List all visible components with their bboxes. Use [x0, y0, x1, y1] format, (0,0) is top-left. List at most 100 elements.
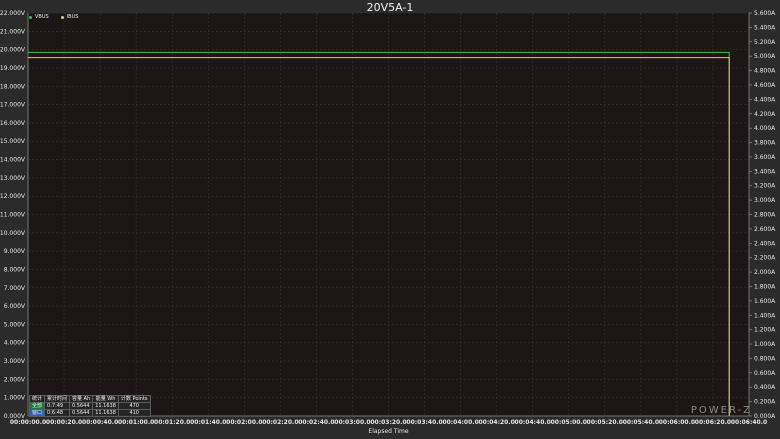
y-left-tick-label: 10.000V [0, 230, 26, 237]
y-left-tick-label: 3.000V [4, 358, 26, 365]
brand-logo: POWER-Z [690, 405, 752, 416]
x-tick-label: 00:03:00.0 [334, 419, 370, 426]
y-right-tick-label: 0.200A [754, 399, 776, 406]
y-left-tick-label: 5.000V [4, 321, 26, 328]
y-right-tick-label: 4.600A [754, 82, 776, 89]
legend-dot-icon [60, 15, 64, 19]
stats-cell-time: 0:6:48 [44, 409, 71, 417]
legend-item-ibus[interactable]: IBUS [60, 14, 79, 20]
y-left-tick-label: 18.000V [0, 83, 26, 90]
x-tick-label: 00:04:40.0 [515, 419, 551, 426]
y-left-tick-label: 19.000V [0, 65, 26, 72]
x-tick-label: 00:05:00.0 [551, 419, 587, 426]
x-tick-label: 00:04:00.0 [442, 419, 478, 426]
chart-legend: VBUS IBUS [29, 14, 78, 20]
y-right-tick-label: 0.600A [754, 370, 776, 377]
y-right-tick-label: 4.200A [754, 111, 776, 118]
legend-label: VBUS [35, 14, 49, 20]
x-tick-label: 00:06:20.0 [695, 419, 731, 426]
y-right-tick-label: 5.200A [754, 39, 776, 46]
y-right-tick-label: 0.800A [754, 355, 776, 362]
x-tick-label: 00:02:00.0 [226, 419, 262, 426]
stats-header: 计数 Points [117, 395, 151, 403]
y-left-tick-label: 6.000V [4, 303, 26, 310]
x-tick-label: 00:03:40.0 [406, 419, 442, 426]
stats-cell-ah: 0.5644 [69, 409, 94, 417]
x-tick-label: 00:02:40.0 [298, 419, 334, 426]
y-left-tick-label: 12.000V [0, 193, 26, 200]
stats-row-window: 窗口 0:6:48 0.5644 11.1638 410 [28, 409, 151, 417]
x-tick-label: 00:03:20.0 [370, 419, 406, 426]
y-right-tick-label: 5.000A [754, 53, 776, 60]
stats-header: 统计 [28, 395, 46, 403]
y-right-tick-label: 0.400A [754, 384, 776, 391]
x-tick-label: 00:00:40.0 [82, 419, 118, 426]
x-tick-label: 00:02:20.0 [262, 419, 298, 426]
y-left-tick-label: 8.000V [4, 266, 26, 273]
y-right-tick-label: 3.600A [754, 154, 776, 161]
legend-dot-icon [29, 15, 32, 19]
y-right-tick-label: 1.800A [754, 283, 776, 290]
y-right-tick-label: 4.000A [754, 125, 776, 132]
stats-cell-time: 0:7:49 [44, 402, 71, 410]
y-right-tick-label: 2.400A [754, 240, 776, 247]
y-left-tick-label: 15.000V [0, 138, 26, 145]
stats-row-all: 全部 0:7:49 0.5644 11.1638 470 [28, 402, 151, 410]
y-right-tick-label: 3.000A [754, 197, 776, 204]
y-left-tick-label: 20.000V [0, 47, 26, 54]
y-right-tick-label: 5.600A [754, 10, 776, 17]
y-left-tick-label: 7.000V [4, 285, 26, 292]
legend-label: IBUS [66, 14, 79, 20]
y-right-tick-label: 1.600A [754, 298, 776, 305]
x-tick-label: 00:04:20.0 [478, 419, 514, 426]
y-right-tick-label: 3.400A [754, 168, 776, 175]
stats-header: 能量 Wh [92, 395, 119, 403]
x-tick-label: 00:01:40.0 [190, 419, 226, 426]
stats-cell-points: 470 [117, 402, 151, 410]
y-left-tick-label: 1.000V [4, 395, 26, 402]
stats-cell-points: 410 [117, 409, 151, 417]
y-right-tick-label: 3.200A [754, 183, 776, 190]
x-tick-label: 00:00:00.0 [10, 419, 46, 426]
x-tick-label: 00:05:40.0 [623, 419, 659, 426]
stats-cell-ah: 0.5644 [69, 402, 94, 410]
x-tick-label: 00:06:00.0 [659, 419, 695, 426]
stats-table: 统计 累计时间 容量 Ah 能量 Wh 计数 Points 全部 0:7:49 … [28, 395, 151, 417]
stats-row-label: 窗口 [28, 409, 46, 417]
stats-header: 累计时间 [44, 395, 71, 403]
y-right-tick-label: 1.400A [754, 312, 776, 319]
y-right-tick-label: 2.000A [754, 269, 776, 276]
y-right-tick-label: 5.400A [754, 24, 776, 31]
y-right-tick-label: 2.800A [754, 212, 776, 219]
stats-header: 容量 Ah [69, 395, 94, 403]
stats-cell-wh: 11.1638 [92, 409, 119, 417]
x-tick-label: 00:00:20.0 [46, 419, 82, 426]
y-right-tick-label: 2.200A [754, 255, 776, 262]
legend-item-vbus[interactable]: VBUS [29, 14, 49, 20]
y-left-tick-label: 16.000V [0, 120, 26, 127]
stats-row-label: 全部 [28, 402, 46, 410]
y-right-tick-label: 4.800A [754, 68, 776, 75]
y-right-tick-label: 1.200A [754, 327, 776, 334]
y-left-tick-label: 13.000V [0, 175, 26, 182]
y-left-tick-label: 4.000V [4, 340, 26, 347]
x-tick-label: 00:05:20.0 [587, 419, 623, 426]
y-right-tick-label: 2.600A [754, 226, 776, 233]
x-axis-title: Elapsed Time [368, 428, 408, 435]
y-left-tick-label: 14.000V [0, 157, 26, 164]
x-tick-label: 00:06:40.0 [731, 419, 767, 426]
chart-plot: 0.000V1.000V2.000V3.000V4.000V5.000V6.00… [0, 10, 776, 435]
stats-cell-wh: 11.1638 [92, 402, 119, 410]
stats-header-row: 统计 累计时间 容量 Ah 能量 Wh 计数 Points [28, 395, 151, 403]
y-left-tick-label: 17.000V [0, 102, 26, 109]
y-right-tick-label: 4.400A [754, 96, 776, 103]
y-left-tick-label: 2.000V [4, 376, 26, 383]
y-right-tick-label: 1.000A [754, 341, 776, 348]
y-left-tick-label: 21.000V [0, 28, 26, 35]
y-left-tick-label: 22.000V [0, 10, 26, 17]
x-tick-label: 00:01:00.0 [118, 419, 154, 426]
x-tick-label: 00:01:20.0 [154, 419, 190, 426]
y-left-tick-label: 11.000V [0, 212, 26, 219]
y-left-tick-label: 9.000V [4, 248, 26, 255]
y-right-tick-label: 3.800A [754, 140, 776, 147]
